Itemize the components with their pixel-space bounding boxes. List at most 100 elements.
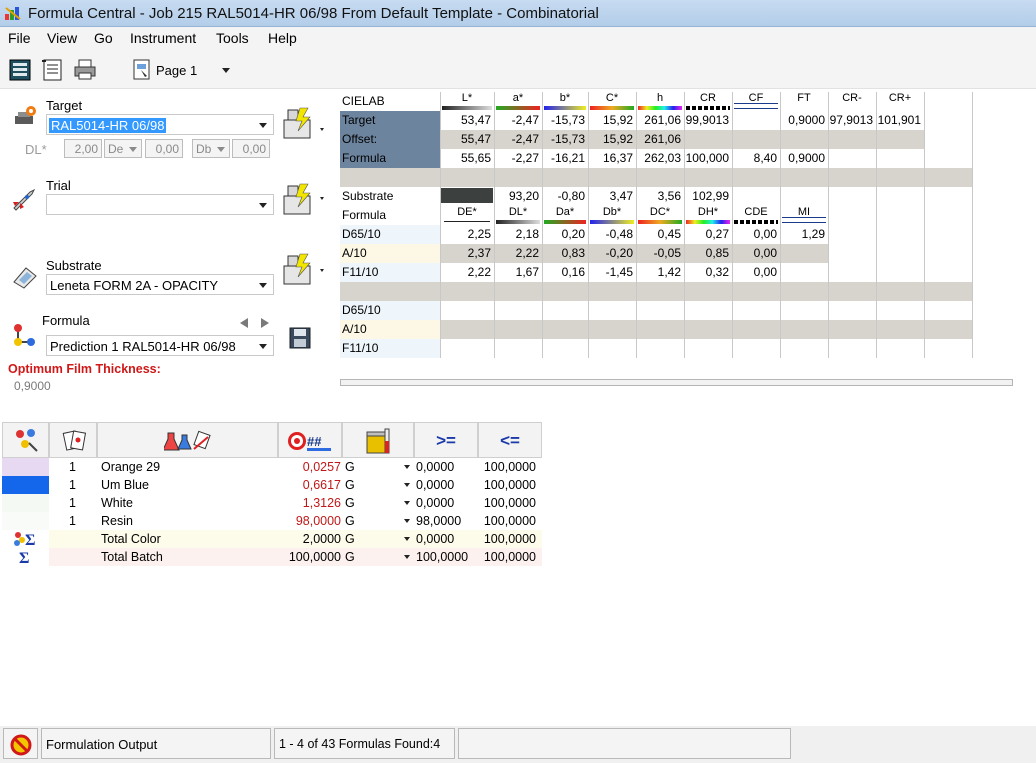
- diff-cell-0-7: 1,29: [780, 225, 828, 244]
- diff-col-band-2: [544, 220, 586, 224]
- ingredient-amount: 98,0000: [295, 514, 341, 528]
- unit-dropdown-icon[interactable]: [404, 501, 410, 505]
- cielab-cell-0-3: 15,92: [588, 111, 636, 130]
- header-colorant-icon[interactable]: [2, 422, 49, 458]
- cielab-cell-1-5: [684, 130, 732, 149]
- diff-cell-1-7: [780, 244, 828, 263]
- cielab-cell-0-0: 53,47: [440, 111, 494, 130]
- chevron-down-icon: [129, 147, 137, 152]
- chevron-down-icon: [259, 344, 267, 349]
- diff-cell-1-1: 2,22: [494, 244, 542, 263]
- oft-value: 0,9000: [14, 379, 51, 393]
- oft-label: Optimum Film Thickness:: [8, 362, 161, 376]
- menu-file[interactable]: File: [8, 30, 31, 46]
- menu-instrument[interactable]: Instrument: [130, 30, 196, 46]
- illum-row-band-2: [440, 339, 972, 358]
- trial-label: Trial: [46, 178, 71, 193]
- diff-cell-1-0: 2,37: [440, 244, 494, 263]
- illum-row-label-1: A/10: [340, 320, 440, 339]
- cf-wave-icon: [734, 103, 778, 109]
- page-selector[interactable]: Page 1: [128, 58, 234, 82]
- target-amount-icon: ##: [288, 432, 331, 451]
- cielab-col-7: FT: [780, 89, 828, 108]
- diff-col-0: DE*: [440, 203, 494, 222]
- unit-dropdown-icon[interactable]: [404, 483, 410, 487]
- save-icon[interactable]: [288, 326, 312, 350]
- unit-dropdown-icon[interactable]: [404, 537, 410, 541]
- diff-cell-2-2: 0,16: [542, 263, 588, 282]
- diff-cell-1-4: -0,05: [636, 244, 684, 263]
- header-ingredients[interactable]: [97, 422, 278, 458]
- cielab-col-band-5: [686, 106, 730, 110]
- diff-header-label: Formula: [340, 206, 440, 225]
- substrate-value: Leneta FORM 2A - OPACITY: [50, 278, 219, 293]
- cielab-row-label-0: Target: [340, 111, 440, 130]
- diff-col-band-3: [590, 220, 634, 224]
- trial-measure-icon[interactable]: [282, 182, 328, 218]
- menu-view[interactable]: View: [47, 30, 77, 46]
- cielab-col-band-1: [496, 106, 540, 110]
- target-measure-icon[interactable]: [282, 106, 328, 142]
- job-icon[interactable]: [8, 58, 32, 82]
- substrate-measure-icon[interactable]: [282, 252, 328, 288]
- target-combo[interactable]: RAL5014-HR 06/98: [46, 114, 274, 135]
- unit-dropdown-icon[interactable]: [404, 465, 410, 469]
- formula-molecule-icon: [14, 324, 35, 346]
- status-output: Formulation Output: [41, 728, 271, 759]
- header-amount[interactable]: ##: [278, 422, 342, 458]
- menu-tools[interactable]: Tools: [216, 30, 249, 46]
- diff-cell-1-5: 0,85: [684, 244, 732, 263]
- ingredient-name: Um Blue: [101, 478, 149, 492]
- db-value: 0,00: [242, 142, 266, 156]
- formula-combo[interactable]: Prediction 1 RAL5014-HR 06/98: [46, 335, 274, 356]
- ingredient-min: 0,0000: [416, 478, 455, 492]
- ingredient-amount: 0,6617: [302, 478, 341, 492]
- de-input[interactable]: 0,00: [145, 139, 183, 158]
- header-min[interactable]: >=: [414, 422, 478, 458]
- print-icon[interactable]: [73, 58, 97, 82]
- db-input[interactable]: 0,00: [232, 139, 270, 158]
- cielab-cell-1-0: 55,47: [440, 130, 494, 149]
- db-combo[interactable]: Db: [192, 139, 230, 158]
- diff-cell-2-7: [780, 263, 828, 282]
- header-can[interactable]: [342, 422, 414, 458]
- target-icon: [15, 106, 36, 124]
- menu-help[interactable]: Help: [268, 30, 297, 46]
- header-max[interactable]: <=: [478, 422, 542, 458]
- status-extra: [458, 728, 791, 759]
- colorant-swatch: [2, 476, 49, 494]
- ingredient-max: 100,0000: [483, 478, 536, 492]
- dl-input[interactable]: 2,00: [64, 139, 102, 158]
- menu-go[interactable]: Go: [94, 30, 113, 46]
- status-found: 1 - 4 of 43 Formulas Found:4: [274, 728, 455, 759]
- cielab-cell-0-4: 261,06: [636, 111, 684, 130]
- target-value: RAL5014-HR 06/98: [49, 118, 167, 133]
- colorant-swatch: [2, 512, 49, 530]
- formula-value: Prediction 1 RAL5014-HR 06/98: [50, 339, 236, 354]
- diff-cell-0-1: 2,18: [494, 225, 542, 244]
- unit-dropdown-icon[interactable]: [404, 519, 410, 523]
- substrate-combo[interactable]: Leneta FORM 2A - OPACITY: [46, 274, 274, 295]
- window-title: Formula Central - Job 215 RAL5014-HR 06/…: [28, 5, 599, 22]
- trial-combo[interactable]: [46, 194, 274, 215]
- cielab-cell-2-4: 262,03: [636, 149, 684, 168]
- unit-dropdown-icon[interactable]: [404, 555, 410, 559]
- stop-button[interactable]: [3, 728, 38, 759]
- stop-icon: [10, 734, 32, 756]
- de-combo[interactable]: De: [104, 139, 142, 158]
- max-header-label: <=: [500, 431, 520, 450]
- cielab-cell-0-8: 97,9013: [828, 111, 876, 130]
- next-formula-icon[interactable]: [259, 317, 271, 329]
- diff-cell-1-2: 0,83: [542, 244, 588, 263]
- ingredient-qty: 1: [69, 514, 76, 528]
- diff-cell-0-5: 0,27: [684, 225, 732, 244]
- cielab-cell-2-9: [876, 149, 924, 168]
- splitter-bar[interactable]: [340, 379, 1013, 386]
- total-amount: 100,0000: [288, 550, 341, 564]
- report-icon[interactable]: [41, 58, 65, 82]
- previous-formula-icon[interactable]: [238, 317, 250, 329]
- toolbar: Page 1: [0, 51, 1036, 89]
- status-found-text: 1 - 4 of 43 Formulas Found:4: [279, 737, 441, 751]
- header-cards[interactable]: [49, 422, 97, 458]
- illum-row-label-2: F11/10: [340, 339, 440, 358]
